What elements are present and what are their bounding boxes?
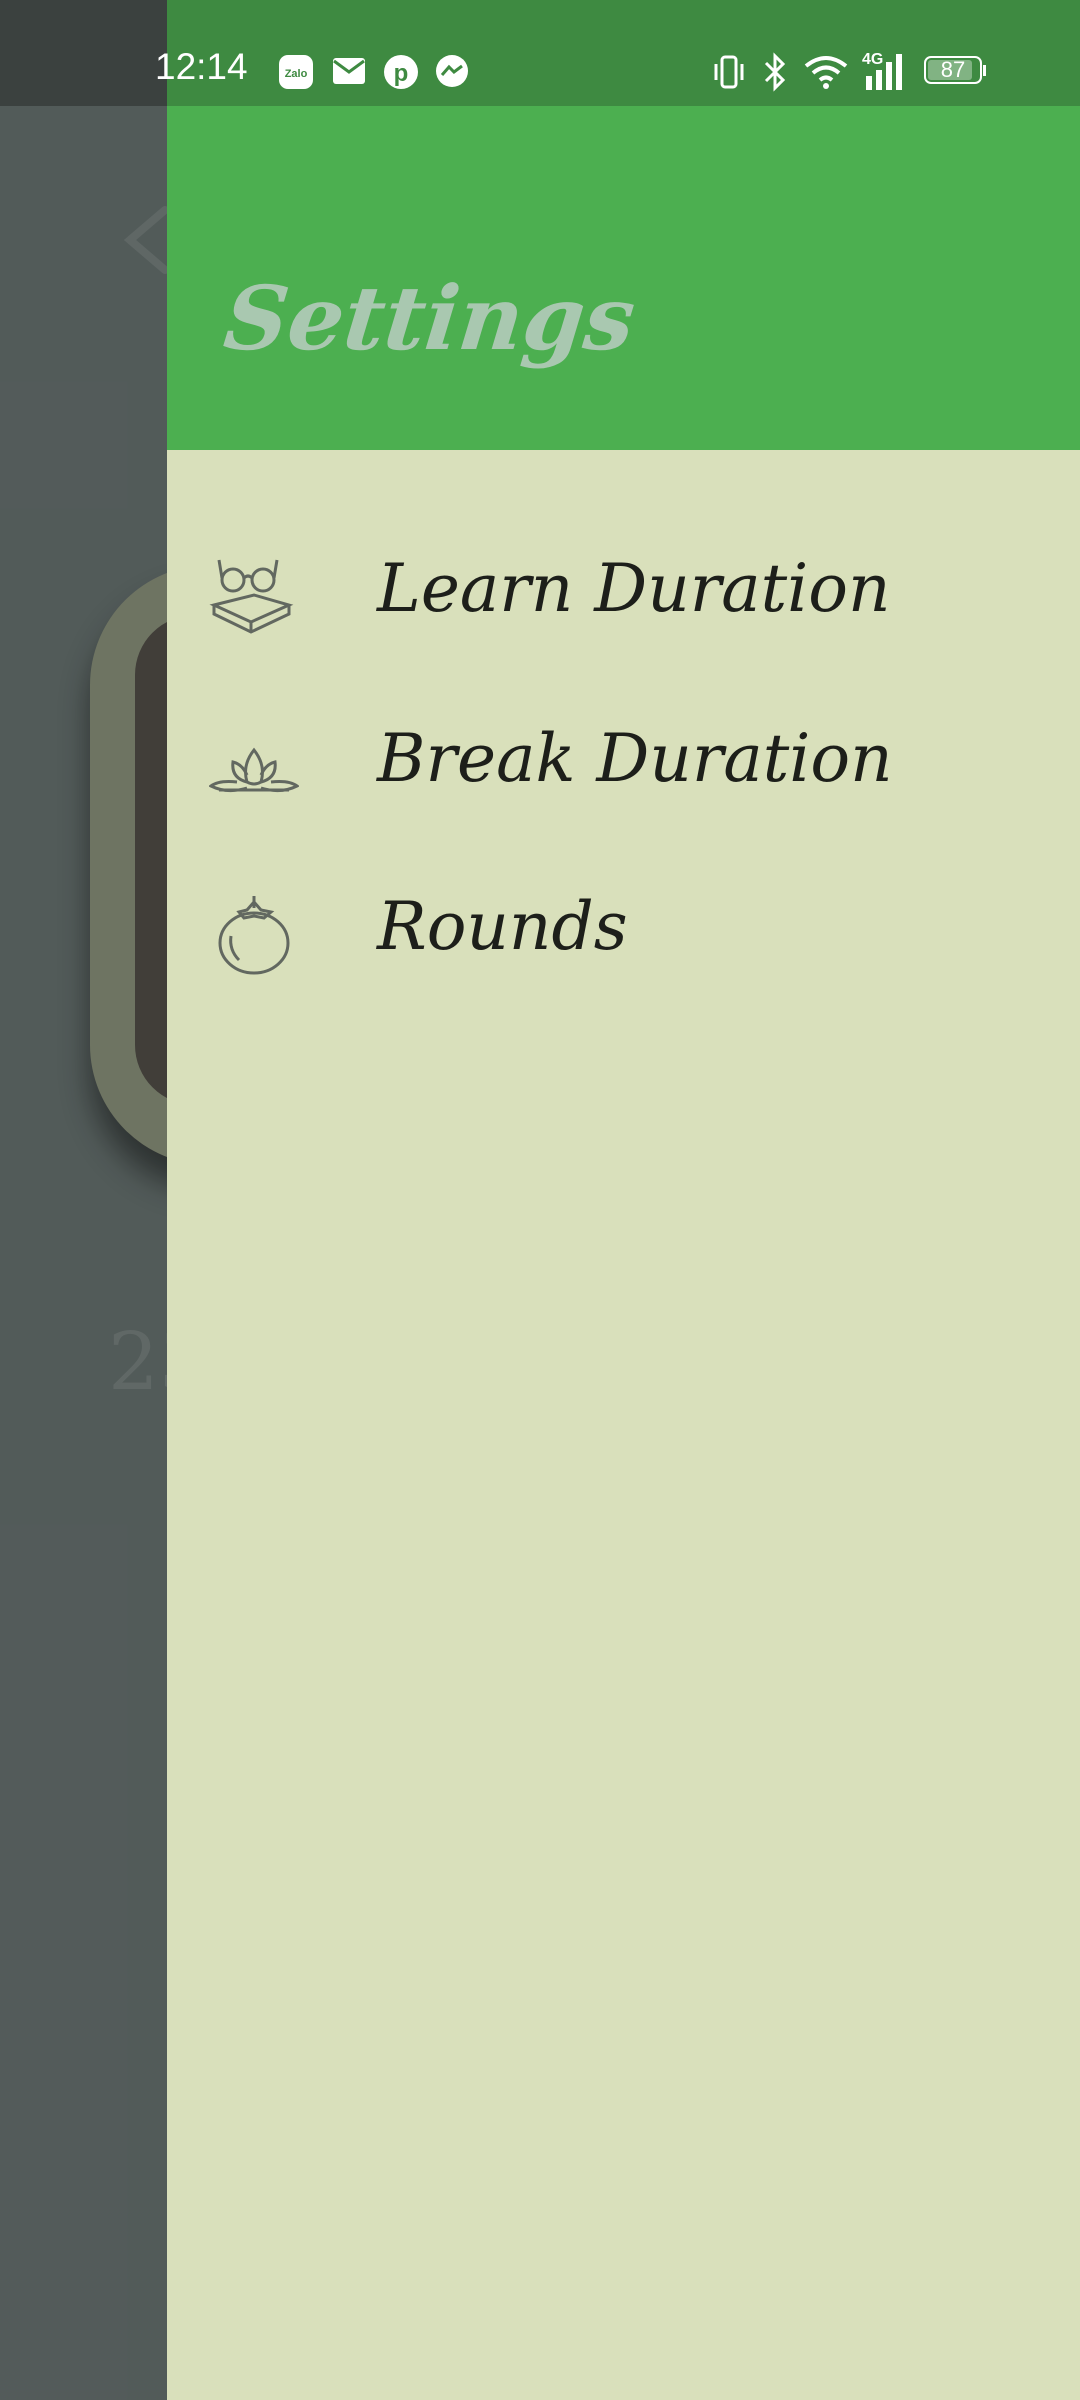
drawer-title: Settings: [219, 266, 640, 370]
vibrate-icon: [714, 55, 744, 89]
menu-item-label: Rounds: [377, 888, 628, 965]
status-time: 12:14: [155, 46, 248, 87]
svg-text:p: p: [394, 60, 409, 87]
wifi-icon: [804, 56, 848, 89]
lotus-icon: [209, 747, 299, 793]
messenger-icon: [436, 55, 468, 87]
mail-icon: [333, 58, 365, 84]
svg-text:Zalo: Zalo: [285, 68, 308, 80]
signal-icon: 4G: [862, 51, 902, 90]
battery-icon: 87: [924, 56, 986, 86]
pinterest-icon: p: [384, 55, 418, 89]
battery-level: 87: [940, 57, 966, 82]
tomato-icon: [218, 896, 290, 975]
book-glasses-icon: [209, 559, 294, 634]
menu-item-rounds[interactable]: Rounds: [167, 858, 1080, 1008]
svg-text:4G: 4G: [862, 51, 883, 68]
settings-drawer: Settings Learn Duration Break Duration R…: [167, 0, 1080, 2400]
bluetooth-icon: [764, 52, 786, 92]
drawer-header: Settings: [167, 106, 1080, 450]
zalo-icon: Zalo: [279, 55, 313, 89]
menu-item-break-duration[interactable]: Break Duration: [167, 690, 1080, 840]
menu-item-label: Learn Duration: [377, 550, 891, 627]
menu-item-learn-duration[interactable]: Learn Duration: [167, 520, 1080, 670]
status-bar: [167, 0, 1080, 106]
menu-item-label: Break Duration: [377, 720, 893, 797]
